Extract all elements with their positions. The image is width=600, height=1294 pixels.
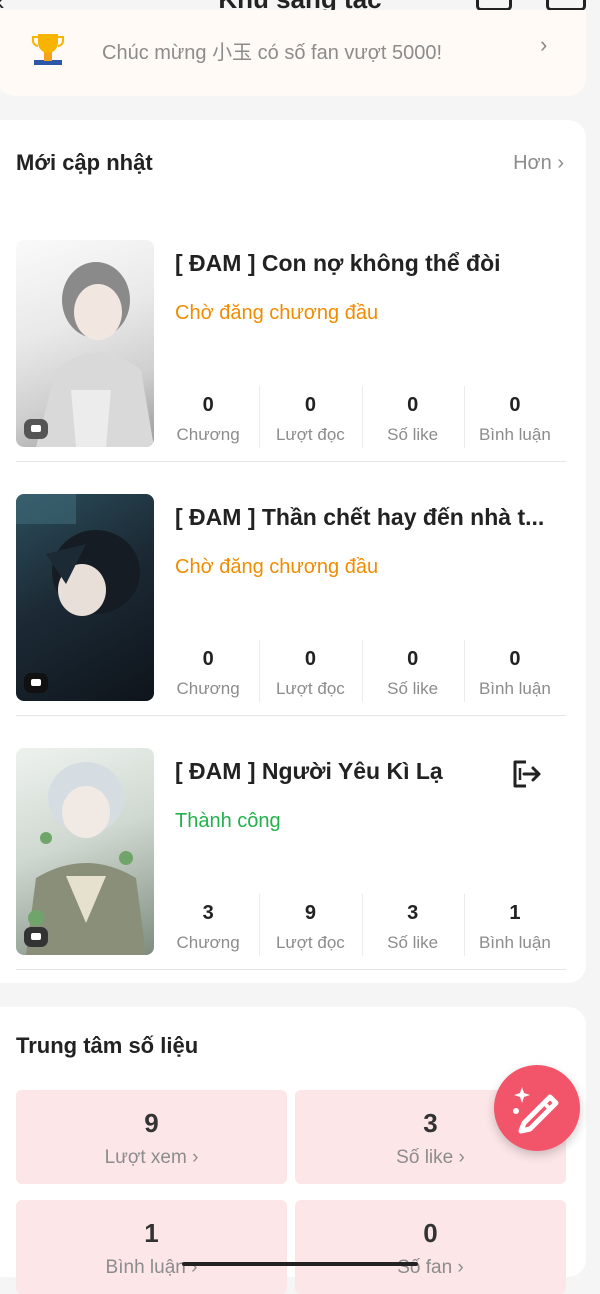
work-stats: 0 Chương 0 Lượt đọc 0 Số like 0 Bình luận [157, 386, 566, 448]
stat-reads: 0 Lượt đọc [259, 386, 361, 448]
comment-badge-icon [24, 927, 48, 947]
stat-comments: 1 Bình luận [463, 894, 566, 956]
section-title: Trung tâm số liệu [16, 1033, 199, 1058]
work-title: [ ĐAM ] Thần chết hay đến nhà t... [175, 504, 545, 530]
notice-text: Chúc mừng 小玉 có số fan vượt 5000! [102, 42, 443, 64]
section-title: Mới cập nhật [16, 150, 153, 175]
tile-views[interactable]: 9 Lượt xem › [16, 1090, 287, 1184]
stat-comments: 0 Bình luận [463, 386, 566, 448]
work-item[interactable]: [ ĐAM ] Người Yêu Kì Lạ Thành công 3 Chươ… [16, 748, 566, 970]
work-stats: 0 Chương 0 Lượt đọc 0 Số like 0 Bình luận [157, 640, 566, 702]
stat-chapters: 3 Chương [176, 902, 240, 952]
stat-likes: 0 Số like [361, 640, 464, 702]
more-link[interactable]: Hơn › [513, 152, 564, 175]
stat-likes: 3 Số like [361, 894, 464, 956]
comment-badge-icon [24, 419, 48, 439]
home-indicator [182, 1262, 418, 1266]
work-title: [ ĐAM ] Người Yêu Kì Lạ [175, 758, 443, 784]
work-status: Chờ đăng chương đầu [175, 556, 379, 578]
comment-badge-icon [24, 673, 48, 693]
divider [16, 715, 566, 716]
cover-art [36, 262, 154, 447]
stat-comments: 0 Bình luận [463, 640, 566, 702]
create-fab-button[interactable] [494, 1065, 580, 1151]
cover-image [16, 494, 154, 701]
cover-image [16, 240, 154, 447]
work-title: [ ĐAM ] Con nợ không thể đòi [175, 250, 501, 276]
stat-chapters: 0 Chương [176, 648, 240, 698]
divider [16, 461, 566, 462]
tile-fans[interactable]: 0 Số fan › [295, 1200, 566, 1294]
stat-chapters: 0 Chương [176, 394, 240, 444]
work-stats: 3 Chương 9 Lượt đọc 3 Số like 1 Bình luận [157, 894, 566, 956]
cover-image [16, 748, 154, 955]
work-status: Chờ đăng chương đầu [175, 302, 379, 324]
chevron-right-icon: › [540, 32, 548, 57]
cover-art [16, 494, 140, 616]
notice-banner[interactable]: Chúc mừng 小玉 có số fan vượt 5000! › [0, 10, 586, 96]
cover-art [26, 762, 146, 955]
work-status: Thành công [175, 810, 281, 832]
stat-likes: 0 Số like [361, 386, 464, 448]
divider [16, 969, 566, 970]
stat-reads: 9 Lượt đọc [259, 894, 361, 956]
work-item[interactable]: [ ĐAM ] Thần chết hay đến nhà t... Chờ đ… [16, 494, 566, 716]
work-item[interactable]: [ ĐAM ] Con nợ không thể đòi Chờ đăng ch… [16, 240, 566, 462]
exit-icon[interactable] [510, 758, 542, 790]
recent-updates-card: Mới cập nhật Hơn › [ ĐAM ] Con nợ không … [0, 120, 586, 983]
tile-comments[interactable]: 1 Bình luận › [16, 1200, 287, 1294]
edit-wand-icon [513, 1087, 559, 1134]
stat-reads: 0 Lượt đọc [259, 640, 361, 702]
trophy-icon [32, 34, 64, 65]
